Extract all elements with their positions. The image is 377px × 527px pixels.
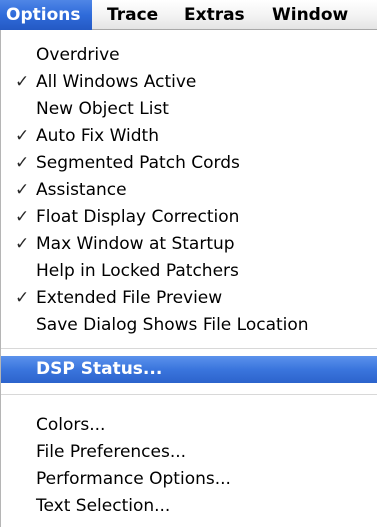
menu-options[interactable]: Options <box>0 0 93 30</box>
menu-item-label: DSP Status... <box>36 359 163 379</box>
menu-item-label: Performance Options... <box>36 469 231 489</box>
menu-item-text-selection[interactable]: Text Selection... <box>1 493 377 520</box>
menu-item-all-windows-active[interactable]: ✓ All Windows Active <box>1 69 377 96</box>
menu-item-overdrive[interactable]: Overdrive <box>1 42 377 69</box>
menu-item-label: Text Selection... <box>36 496 171 516</box>
menu-item-assistance[interactable]: ✓ Assistance <box>1 177 377 204</box>
menu-item-new-object-list[interactable]: New Object List <box>1 96 377 123</box>
menu-item-label: Help in Locked Patchers <box>36 261 239 281</box>
menu-item-label: File Preferences... <box>36 442 187 462</box>
menu-item-label: Max Window at Startup <box>36 234 235 254</box>
menu-item-auto-fix-width[interactable]: ✓ Auto Fix Width <box>1 123 377 150</box>
menu-item-colors[interactable]: Colors... <box>1 412 377 439</box>
menu-bar: Options Trace Extras Window <box>0 0 377 30</box>
options-dropdown-menu: Overdrive ✓ All Windows Active New Objec… <box>0 30 377 527</box>
menu-item-dsp-status[interactable]: DSP Status... <box>1 356 377 383</box>
menu-item-label: Extended File Preview <box>36 288 223 308</box>
menu-separator <box>1 394 377 395</box>
menu-window[interactable]: Window <box>272 0 348 30</box>
menu-item-save-dialog-shows-file-location[interactable]: Save Dialog Shows File Location <box>1 312 377 339</box>
checkmark-icon: ✓ <box>15 126 30 146</box>
menu-item-file-preferences[interactable]: File Preferences... <box>1 439 377 466</box>
menu-item-help-in-locked-patchers[interactable]: Help in Locked Patchers <box>1 258 377 285</box>
menu-item-extended-file-preview[interactable]: ✓ Extended File Preview <box>1 285 377 312</box>
menu-item-label: Overdrive <box>36 45 120 65</box>
menu-separator <box>1 348 377 349</box>
checkmark-icon: ✓ <box>15 234 30 254</box>
checkmark-icon: ✓ <box>15 288 30 308</box>
checkmark-icon: ✓ <box>15 180 30 200</box>
menu-item-segmented-patch-cords[interactable]: ✓ Segmented Patch Cords <box>1 150 377 177</box>
menu-item-label: New Object List <box>36 99 169 119</box>
menu-item-performance-options[interactable]: Performance Options... <box>1 466 377 493</box>
checkmark-icon: ✓ <box>15 153 30 173</box>
menu-extras[interactable]: Extras <box>184 0 245 30</box>
menu-item-label: Assistance <box>36 180 127 200</box>
menu-item-float-display-correction[interactable]: ✓ Float Display Correction <box>1 204 377 231</box>
menu-item-label: Segmented Patch Cords <box>36 153 240 173</box>
menu-item-label: All Windows Active <box>36 72 197 92</box>
menu-trace[interactable]: Trace <box>107 0 158 30</box>
checkmark-icon: ✓ <box>15 207 30 227</box>
menu-item-label: Colors... <box>36 415 106 435</box>
checkmark-icon: ✓ <box>15 72 30 92</box>
menu-item-label: Save Dialog Shows File Location <box>36 315 309 335</box>
menu-item-label: Auto Fix Width <box>36 126 159 146</box>
menu-item-max-window-at-startup[interactable]: ✓ Max Window at Startup <box>1 231 377 258</box>
menu-item-label: Float Display Correction <box>36 207 240 227</box>
